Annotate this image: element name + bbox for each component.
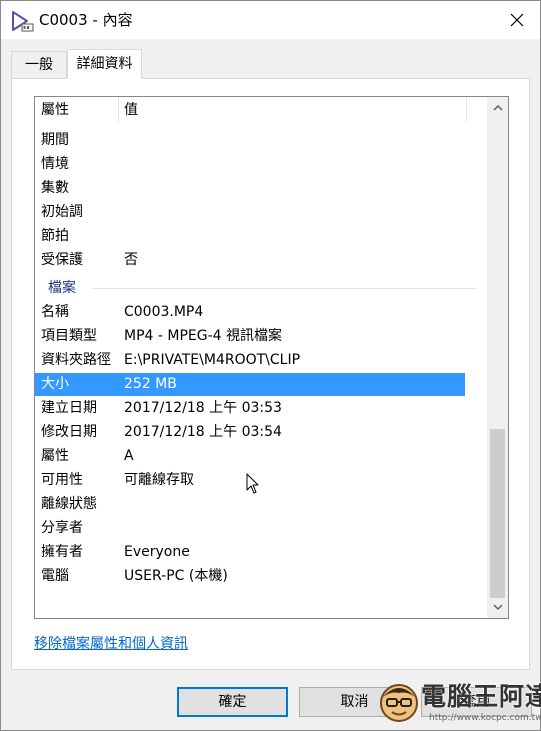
title-bar: C0003 - 內容 — [1, 1, 540, 39]
list-row-selected[interactable]: 大小 252 MB — [35, 373, 465, 396]
list-row[interactable]: 擁有者 Everyone — [35, 541, 465, 564]
tab-details[interactable]: 詳細資料 — [67, 49, 142, 79]
row-property: 電腦 — [41, 568, 69, 584]
group-divider — [93, 288, 476, 289]
column-divider[interactable] — [118, 97, 119, 122]
video-file-icon — [10, 9, 34, 33]
row-property: 大小 — [41, 376, 69, 392]
scroll-thumb[interactable] — [490, 429, 505, 598]
list-row[interactable]: 建立日期 2017/12/18 上午 03:53 — [35, 397, 465, 420]
row-property: 建立日期 — [41, 400, 97, 416]
watermark-text: 電腦王阿達 — [421, 682, 541, 711]
row-property: 節拍 — [41, 228, 69, 244]
row-value: E:\PRIVATE\M4ROOT\CLIP — [124, 352, 301, 368]
row-value: A — [124, 448, 134, 464]
window-title: C0003 - 內容 — [39, 11, 133, 29]
row-value: C0003.MP4 — [124, 304, 204, 320]
list-row[interactable]: 電腦 USER-PC (本機) — [35, 565, 465, 588]
column-divider[interactable] — [466, 97, 467, 122]
row-value: 2017/12/18 上午 03:54 — [124, 424, 282, 440]
remove-properties-link[interactable]: 移除檔案屬性和個人資訊 — [34, 634, 188, 654]
list-row[interactable]: 離線狀態 — [35, 493, 465, 516]
list-row[interactable]: 期間 — [35, 129, 465, 152]
list-row[interactable]: 初始調 — [35, 201, 465, 224]
properties-dialog: C0003 - 內容 一般 詳細資料 屬性 值 期間 情境 集數 初始調 節拍 … — [0, 0, 541, 731]
chevron-up-icon — [492, 104, 503, 111]
group-header-file[interactable]: 檔案 — [35, 277, 486, 299]
list-header: 屬性 值 — [35, 97, 486, 123]
row-property: 擁有者 — [41, 544, 83, 560]
list-row[interactable]: 節拍 — [35, 225, 465, 248]
list-row[interactable]: 受保護 否 — [35, 249, 465, 272]
tab-general[interactable]: 一般 — [11, 51, 67, 78]
watermark-url: http://www.kocpc.com.tw — [429, 713, 541, 723]
close-icon — [510, 13, 524, 27]
row-value: USER-PC (本機) — [124, 568, 228, 584]
row-property: 修改日期 — [41, 424, 97, 440]
list-row[interactable]: 名稱 C0003.MP4 — [35, 301, 465, 324]
row-property: 屬性 — [41, 448, 69, 464]
row-property: 離線狀態 — [41, 496, 97, 512]
row-property: 項目類型 — [41, 328, 97, 344]
row-property: 名稱 — [41, 304, 69, 320]
row-property: 集數 — [41, 180, 69, 196]
list-row[interactable]: 修改日期 2017/12/18 上午 03:54 — [35, 421, 465, 444]
row-value: 2017/12/18 上午 03:53 — [124, 400, 282, 416]
row-value: 可離線存取 — [124, 472, 194, 488]
list-row[interactable]: 集數 — [35, 177, 465, 200]
row-property: 分享者 — [41, 520, 83, 536]
row-property: 初始調 — [41, 204, 83, 220]
property-list[interactable]: 屬性 值 期間 情境 集數 初始調 節拍 受保護 否 檔案 名稱 C0003.M… — [34, 96, 509, 619]
list-row[interactable]: 分享者 — [35, 517, 465, 540]
list-row[interactable]: 資料夾路徑 E:\PRIVATE\M4ROOT\CLIP — [35, 349, 465, 372]
watermark: 電腦王阿達 http://www.kocpc.com.tw — [377, 679, 541, 729]
row-property: 資料夾路徑 — [41, 352, 111, 368]
mascot-logo-icon — [377, 681, 421, 725]
list-row[interactable]: 屬性 A — [35, 445, 465, 468]
row-property: 受保護 — [41, 252, 83, 268]
details-panel: 屬性 值 期間 情境 集數 初始調 節拍 受保護 否 檔案 名稱 C0003.M… — [11, 78, 530, 670]
row-value: 否 — [124, 252, 138, 268]
row-value: MP4 - MPEG-4 視訊檔案 — [124, 328, 283, 344]
row-value: 252 MB — [124, 376, 177, 392]
column-header-property[interactable]: 屬性 — [41, 101, 69, 119]
row-property: 情境 — [41, 156, 69, 172]
list-row[interactable]: 項目類型 MP4 - MPEG-4 視訊檔案 — [35, 325, 465, 348]
mouse-pointer-icon — [246, 473, 260, 495]
scroll-up-button[interactable] — [487, 97, 508, 118]
row-property: 期間 — [41, 132, 69, 148]
row-value: Everyone — [124, 544, 190, 560]
scroll-down-button[interactable] — [487, 597, 508, 618]
list-row[interactable]: 情境 — [35, 153, 465, 176]
row-property: 可用性 — [41, 472, 83, 488]
chevron-down-icon — [492, 604, 503, 611]
ok-button[interactable]: 確定 — [177, 687, 288, 717]
column-header-value[interactable]: 值 — [124, 101, 138, 119]
vertical-scrollbar[interactable] — [487, 97, 508, 618]
group-label: 檔案 — [48, 280, 76, 296]
close-button[interactable] — [494, 1, 540, 39]
